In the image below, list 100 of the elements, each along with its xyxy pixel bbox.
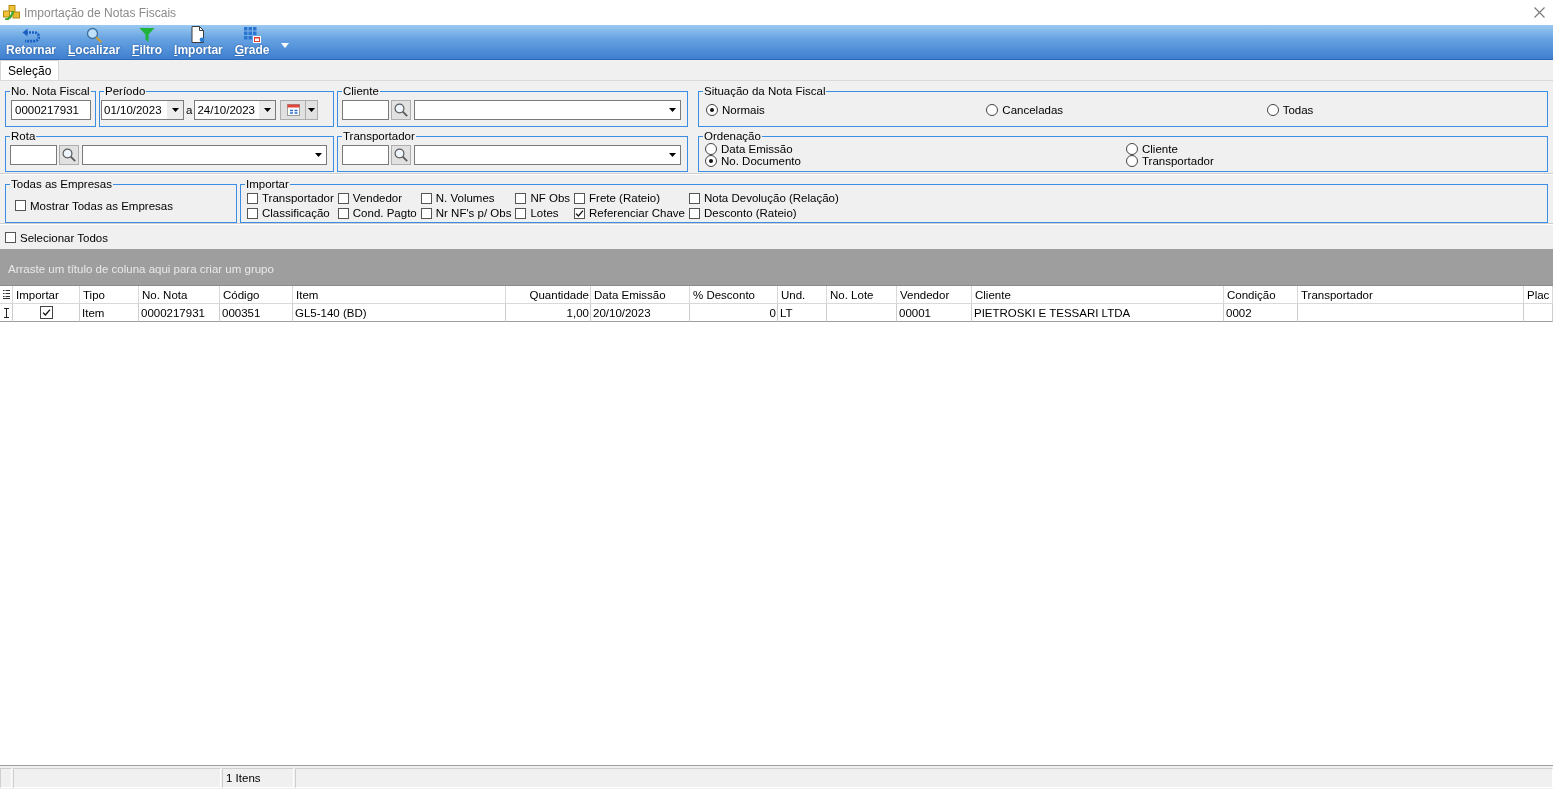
caret-icon	[281, 42, 290, 48]
checkbox[interactable]	[574, 207, 586, 219]
column-header[interactable]: No. Nota	[139, 286, 220, 304]
client-combo[interactable]	[414, 100, 681, 120]
tab[interactable]: Seleção	[0, 60, 60, 80]
search-button[interactable]	[391, 100, 411, 120]
radio-label[interactable]: Todas	[1282, 104, 1314, 116]
column-header[interactable]: Cliente	[972, 286, 1224, 304]
column-header[interactable]: Condição	[1224, 286, 1298, 304]
checkbox[interactable]	[337, 192, 349, 204]
blocks-icon	[3, 5, 20, 20]
checkbox[interactable]	[247, 207, 258, 219]
carrier-code-field[interactable]	[342, 145, 389, 165]
radio-label[interactable]: Transportador	[1142, 155, 1214, 167]
radio-label[interactable]: Canceladas	[1002, 104, 1064, 116]
checkbox[interactable]	[515, 192, 527, 204]
route-combo[interactable]	[82, 145, 327, 165]
close-icon[interactable]	[1534, 7, 1545, 18]
radio-button[interactable]	[1266, 104, 1279, 116]
column-header[interactable]: Quantidade	[506, 286, 591, 304]
checkbox-label[interactable]: Lotes	[530, 207, 559, 219]
column-header[interactable]: Und.	[778, 286, 827, 304]
group-title: Ordenação	[703, 129, 762, 143]
checkbox[interactable]	[5, 232, 16, 243]
route-code-field[interactable]	[10, 145, 57, 165]
checkbox[interactable]	[688, 207, 700, 219]
checkbox[interactable]	[515, 207, 527, 219]
checkbox-label[interactable]: Selecionar Todos	[20, 231, 108, 244]
list-icon[interactable]	[2, 290, 10, 299]
caret-icon	[171, 108, 179, 112]
table-cell	[827, 304, 897, 322]
checkbox-label[interactable]: Mostrar Todas as Empresas	[30, 199, 173, 212]
column-header[interactable]: Vendedor	[897, 286, 972, 304]
start-date-field[interactable]: 01/10/2023	[101, 100, 184, 120]
checkbox-label[interactable]: Referenciar Chave	[589, 207, 685, 219]
table-cell: 000351	[220, 304, 293, 322]
table-cell: 0000217931	[139, 304, 220, 322]
column-header[interactable]: Plac	[1524, 286, 1553, 304]
calendar-button[interactable]	[280, 100, 319, 120]
group-title: Cliente	[342, 84, 380, 98]
column-header[interactable]: % Desconto	[690, 286, 778, 304]
radio-button[interactable]	[705, 143, 717, 155]
search-button[interactable]	[391, 145, 411, 165]
checkbox-label[interactable]: Cond. Pagto	[352, 207, 417, 219]
client-code-field[interactable]	[342, 100, 389, 120]
group-title: Período	[104, 84, 147, 98]
checkbox[interactable]	[39, 306, 53, 319]
search-icon	[62, 148, 76, 162]
table-cell: PIETROSKI E TESSARI LTDA	[972, 304, 1224, 322]
column-header[interactable]: Código	[220, 286, 293, 304]
radio-label[interactable]: Cliente	[1142, 143, 1178, 155]
radio-button[interactable]	[1126, 143, 1138, 155]
search-button[interactable]	[59, 145, 79, 165]
checkbox[interactable]	[688, 192, 700, 204]
checkbox-label[interactable]: Vendedor	[352, 192, 403, 204]
checkbox-label[interactable]: NF Obs	[530, 192, 571, 204]
checkbox-label[interactable]: Frete (Rateio)	[589, 192, 660, 204]
group-by-hint: Arraste um título de coluna aqui para criar um grupo	[8, 262, 274, 275]
radio-button[interactable]	[1126, 155, 1138, 167]
checkbox[interactable]	[420, 207, 432, 219]
checkbox-label[interactable]: Transportador	[262, 192, 334, 204]
date-range-separator: a	[186, 104, 193, 116]
checkbox-label[interactable]: N. Volumes	[435, 192, 495, 204]
search-icon	[394, 103, 408, 117]
table-cell: 20/10/2023	[591, 304, 690, 322]
column-header[interactable]: Importar	[13, 286, 80, 304]
table-cell: GL5-140 (BD)	[293, 304, 506, 322]
column-header[interactable]: No. Lote	[827, 286, 897, 304]
group-title: Rota	[10, 129, 37, 143]
invoice-number-field[interactable]: 0000217931	[11, 100, 91, 120]
end-date-field[interactable]: 24/10/2023	[194, 100, 277, 120]
radio-button[interactable]	[986, 104, 999, 116]
checkbox[interactable]	[247, 192, 258, 204]
radio-label[interactable]: Normais	[722, 104, 765, 116]
checkbox-label[interactable]: Nota Devolução (Relação)	[703, 192, 839, 204]
radio-button[interactable]	[706, 104, 718, 116]
checkbox-label[interactable]: Nr NF's p/ Obs	[435, 207, 512, 219]
table-cell: 00001	[897, 304, 972, 322]
radio-button[interactable]	[705, 155, 717, 167]
table-cell: 0	[690, 304, 778, 322]
caret-icon	[314, 153, 322, 157]
checkbox[interactable]	[15, 200, 26, 211]
carrier-combo[interactable]	[414, 145, 681, 165]
group-title: Importar	[245, 177, 290, 191]
checkbox[interactable]	[574, 192, 586, 204]
column-header[interactable]: Transportador	[1298, 286, 1524, 304]
column-header[interactable]: Item	[293, 286, 506, 304]
calendar-icon	[286, 104, 300, 116]
caret-icon	[263, 108, 271, 112]
checkbox[interactable]	[337, 207, 349, 219]
table-cell: Item	[80, 304, 139, 322]
radio-label[interactable]: No. Documento	[721, 155, 801, 167]
column-header[interactable]: Data Emissão	[591, 286, 690, 304]
table-icon	[243, 27, 261, 43]
table-cell: LT	[778, 304, 827, 322]
checkbox[interactable]	[420, 192, 432, 204]
checkbox-label[interactable]: Desconto (Rateio)	[703, 207, 797, 219]
radio-label[interactable]: Data Emissão	[721, 143, 793, 155]
column-header[interactable]: Tipo	[80, 286, 139, 304]
checkbox-label[interactable]: Classificação	[262, 207, 330, 219]
